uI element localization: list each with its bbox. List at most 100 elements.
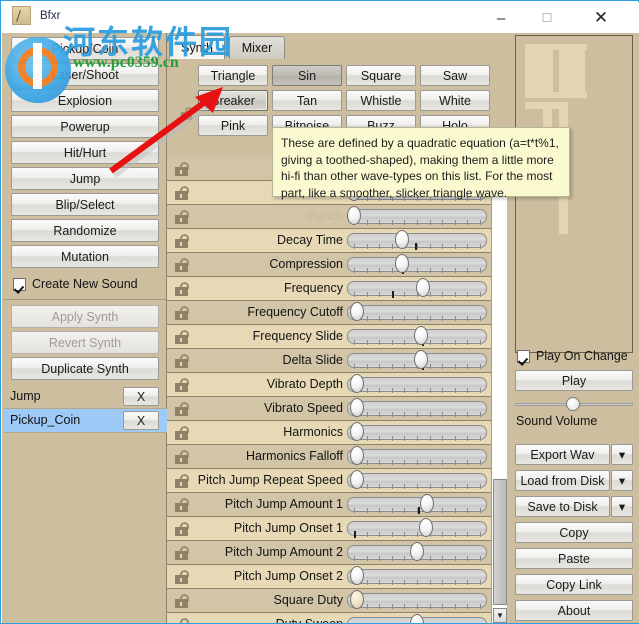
sidebar-item-randomize[interactable]: Randomize — [11, 219, 159, 242]
export-wav-dropdown-icon[interactable]: ▾ — [611, 444, 633, 465]
list-item[interactable]: Pickup_Coin X — [4, 409, 167, 433]
checkbox-icon[interactable] — [13, 277, 26, 291]
maximize-button[interactable]: ☐ — [524, 3, 570, 33]
lock-icon[interactable] — [175, 546, 190, 560]
lock-icon[interactable] — [175, 498, 190, 512]
sidebar-item-blip-select[interactable]: Blip/Select — [11, 193, 159, 216]
wave-whistle-button[interactable]: Whistle — [346, 90, 416, 111]
sidebar-item-mutation[interactable]: Mutation — [11, 245, 159, 268]
parameter-row[interactable]: Delta Slide — [167, 349, 491, 373]
parameter-row[interactable]: Frequency — [167, 277, 491, 301]
parameter-row[interactable]: Punch — [167, 205, 491, 229]
lock-icon[interactable] — [175, 162, 190, 176]
wave-sin-button[interactable]: Sin — [272, 65, 342, 86]
parameter-slider-knob[interactable] — [413, 350, 428, 369]
sidebar-item-pickup-coin[interactable]: Pickup/Coin — [11, 37, 159, 60]
about-button[interactable]: About — [515, 600, 633, 621]
parameter-slider-knob[interactable] — [349, 302, 364, 321]
sidebar-item-explosion[interactable]: Explosion — [11, 89, 159, 112]
lock-icon[interactable] — [175, 258, 190, 272]
parameter-slider-knob[interactable] — [413, 326, 428, 345]
wave-white-button[interactable]: White — [420, 90, 490, 111]
parameter-slider-knob[interactable] — [349, 470, 364, 489]
lock-icon[interactable] — [175, 570, 190, 584]
apply-synth-button[interactable]: Apply Synth — [11, 305, 159, 328]
parameter-row[interactable]: Vibrato Speed — [167, 397, 491, 421]
tab-synth[interactable]: Synth — [169, 35, 225, 60]
parameter-row[interactable]: Square Duty — [167, 589, 491, 613]
parameter-slider-knob[interactable] — [410, 614, 424, 623]
minimize-button[interactable]: – — [478, 3, 524, 33]
parameter-slider-knob[interactable] — [410, 542, 424, 561]
sidebar-item-jump[interactable]: Jump — [11, 167, 159, 190]
lock-icon[interactable] — [175, 306, 190, 320]
parameter-row[interactable]: Pitch Jump Onset 1 — [167, 517, 491, 541]
lock-icon[interactable] — [175, 450, 190, 464]
lock-icon[interactable] — [175, 186, 190, 200]
sidebar-item-powerup[interactable]: Powerup — [11, 115, 159, 138]
wave-saw-button[interactable]: Saw — [420, 65, 490, 86]
load-from-disk-dropdown-icon[interactable]: ▾ — [611, 470, 633, 491]
parameter-row[interactable]: Vibrato Depth — [167, 373, 491, 397]
parameter-slider-knob[interactable] — [349, 374, 364, 393]
wave-triangle-button[interactable]: Triangle — [198, 65, 268, 86]
parameter-slider-knob[interactable] — [394, 254, 409, 273]
export-wav-button[interactable]: Export Wav — [515, 444, 610, 465]
save-to-disk-button[interactable]: Save to Disk — [515, 496, 610, 517]
load-from-disk-button[interactable]: Load from Disk — [515, 470, 610, 491]
parameter-slider-knob[interactable] — [347, 206, 361, 225]
parameter-row[interactable]: Frequency Slide — [167, 325, 491, 349]
lock-icon[interactable] — [175, 354, 190, 368]
delete-sound-button[interactable]: X — [123, 387, 159, 406]
list-item[interactable]: Jump X — [4, 385, 167, 409]
scrollbar-thumb[interactable] — [493, 479, 507, 605]
wave-tan-button[interactable]: Tan — [272, 90, 342, 111]
delete-sound-button[interactable]: X — [123, 411, 159, 430]
checkbox-icon[interactable] — [517, 349, 530, 363]
lock-icon[interactable] — [175, 594, 190, 608]
create-new-sound-checkbox-row[interactable]: Create New Sound — [13, 277, 138, 291]
parameter-slider-knob[interactable] — [418, 518, 433, 537]
lock-icon[interactable] — [175, 282, 190, 296]
sidebar-item-hit-hurt[interactable]: Hit/Hurt — [11, 141, 159, 164]
parameter-row[interactable]: Pitch Jump Amount 1 — [167, 493, 491, 517]
copy-link-button[interactable]: Copy Link — [515, 574, 633, 595]
lock-icon[interactable] — [175, 402, 190, 416]
sound-volume-slider[interactable] — [515, 397, 633, 411]
duplicate-synth-button[interactable]: Duplicate Synth — [11, 357, 159, 380]
parameter-slider-knob[interactable] — [349, 566, 364, 585]
play-button[interactable]: Play — [515, 370, 633, 391]
scroll-down-button[interactable]: ▼ — [493, 608, 507, 623]
parameter-row[interactable]: Pitch Jump Onset 2 — [167, 565, 491, 589]
parameter-row[interactable]: Decay Time — [167, 229, 491, 253]
parameter-row[interactable]: Frequency Cutoff — [167, 301, 491, 325]
parameter-slider-knob[interactable] — [349, 398, 364, 417]
parameter-row[interactable]: Duty Sweep — [167, 613, 491, 623]
lock-icon[interactable] — [175, 234, 190, 248]
parameter-row[interactable]: Pitch Jump Amount 2 — [167, 541, 491, 565]
wave-lock-icon[interactable] — [181, 107, 194, 120]
wave-square-button[interactable]: Square — [346, 65, 416, 86]
sidebar-item-laser-shoot[interactable]: Laser/Shoot — [11, 63, 159, 86]
lock-icon[interactable] — [175, 378, 190, 392]
volume-knob[interactable] — [566, 397, 580, 411]
parameter-row[interactable]: Harmonics — [167, 421, 491, 445]
close-button[interactable]: ✕ — [578, 3, 624, 33]
wave-breaker-button[interactable]: Breaker — [198, 90, 268, 111]
lock-icon[interactable] — [175, 330, 190, 344]
lock-icon[interactable] — [175, 210, 190, 224]
parameter-slider-knob[interactable] — [349, 422, 364, 441]
revert-synth-button[interactable]: Revert Synth — [11, 331, 159, 354]
parameter-slider-knob[interactable] — [394, 230, 409, 249]
lock-icon[interactable] — [175, 426, 190, 440]
parameter-row[interactable]: Compression — [167, 253, 491, 277]
copy-button[interactable]: Copy — [515, 522, 633, 543]
parameter-slider-knob[interactable] — [420, 494, 435, 513]
parameter-slider-knob[interactable] — [349, 446, 364, 465]
parameter-row[interactable]: Harmonics Falloff — [167, 445, 491, 469]
lock-icon[interactable] — [175, 522, 190, 536]
parameter-slider-knob[interactable] — [349, 590, 364, 609]
save-to-disk-dropdown-icon[interactable]: ▾ — [611, 496, 633, 517]
parameter-scrollbar[interactable]: ▼ — [491, 157, 507, 623]
play-on-change-checkbox-row[interactable]: Play On Change — [517, 349, 628, 363]
